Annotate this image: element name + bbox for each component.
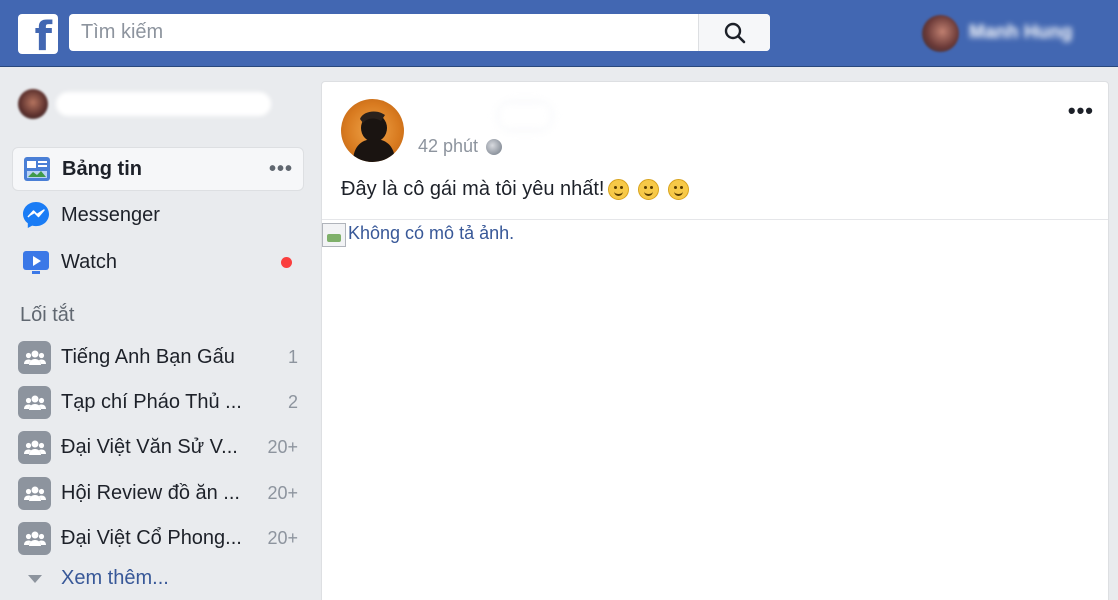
shortcuts-heading: Lối tắt bbox=[20, 304, 75, 326]
sidebar-item-label: Watch bbox=[61, 250, 117, 273]
sidebar-item-shortcut[interactable]: Đại Việt Văn Sử V... 20+ bbox=[18, 427, 298, 467]
shortcut-count: 20+ bbox=[267, 436, 298, 457]
smiley-emoji-icon bbox=[668, 179, 690, 200]
post-author-name-redacted[interactable] bbox=[500, 104, 550, 128]
smiley-emoji-icon bbox=[638, 179, 660, 200]
sidebar-item-shortcut[interactable]: Hội Review đồ ăn ... 20+ bbox=[18, 473, 298, 513]
post-text: Đây là cô gái mà tôi yêu nhất! bbox=[341, 178, 690, 201]
group-icon bbox=[18, 521, 51, 555]
shortcut-count: 1 bbox=[287, 346, 298, 367]
sidebar-profile[interactable] bbox=[18, 89, 271, 119]
group-icon bbox=[18, 385, 51, 419]
more-options-icon[interactable]: ••• bbox=[269, 158, 293, 181]
divider bbox=[322, 219, 1108, 220]
post-options-icon[interactable]: ••• bbox=[1068, 98, 1094, 124]
post-timestamp[interactable]: 42 phút bbox=[418, 136, 478, 157]
group-icon bbox=[18, 476, 51, 510]
sidebar-item-shortcut[interactable]: Tiếng Anh Bạn Gấu 1 bbox=[18, 337, 298, 377]
shortcut-label: Hội Review đồ ăn ... bbox=[61, 481, 240, 504]
sidebar-item-label: Messenger bbox=[61, 203, 160, 226]
user-name: Manh Hung bbox=[969, 22, 1073, 43]
post-message: Đây là cô gái mà tôi yêu nhất! bbox=[341, 178, 605, 200]
group-icon bbox=[18, 340, 51, 374]
post-image[interactable]: Không có mô tả ảnh. bbox=[322, 223, 514, 247]
feed-post: 42 phút ••• Đây là cô gái mà tôi yêu nhấ… bbox=[321, 81, 1109, 600]
sidebar-item-news-feed[interactable]: Bảng tin ••• bbox=[12, 147, 304, 191]
broken-image-icon bbox=[322, 223, 346, 247]
shortcut-label: Tạp chí Pháo Thủ ... bbox=[61, 390, 242, 413]
shortcut-count: 2 bbox=[287, 391, 298, 412]
profile-shortcut[interactable]: Manh Hung bbox=[922, 14, 1072, 52]
search-icon bbox=[724, 22, 745, 43]
person-silhouette-icon bbox=[353, 111, 395, 162]
sidebar-item-label: Bảng tin bbox=[62, 157, 142, 180]
left-sidebar: Bảng tin ••• Messenger Watch Lối tắt Tiế… bbox=[0, 67, 318, 600]
shortcut-label: Đại Việt Cổ Phong... bbox=[61, 526, 242, 549]
profile-name-redacted bbox=[56, 92, 271, 116]
sidebar-item-messenger[interactable]: Messenger bbox=[12, 193, 304, 237]
globe-icon bbox=[486, 138, 503, 155]
notification-dot bbox=[281, 257, 292, 268]
shortcut-label: Tiếng Anh Bạn Gấu bbox=[61, 345, 235, 368]
facebook-logo-icon[interactable]: f bbox=[18, 14, 58, 54]
watch-icon bbox=[20, 246, 52, 278]
post-author-avatar[interactable] bbox=[341, 99, 404, 162]
smiley-emoji-icon bbox=[608, 179, 630, 200]
top-bar: f Manh Hung bbox=[0, 0, 1118, 67]
news-feed-icon bbox=[21, 153, 53, 185]
shortcut-count: 20+ bbox=[267, 527, 298, 548]
see-more-link[interactable]: Xem thêm... bbox=[28, 567, 169, 590]
avatar bbox=[18, 89, 48, 119]
search-button[interactable] bbox=[698, 14, 770, 51]
sidebar-item-shortcut[interactable]: Tạp chí Pháo Thủ ... 2 bbox=[18, 382, 298, 422]
search-box bbox=[69, 14, 770, 51]
sidebar-item-watch[interactable]: Watch bbox=[12, 240, 304, 284]
chevron-down-icon bbox=[28, 574, 42, 583]
search-input[interactable] bbox=[69, 14, 698, 51]
shortcut-label: Đại Việt Văn Sử V... bbox=[61, 435, 238, 458]
see-more-label: Xem thêm... bbox=[61, 567, 169, 589]
avatar bbox=[922, 14, 959, 52]
post-meta: 42 phút bbox=[418, 136, 503, 157]
messenger-icon bbox=[20, 199, 52, 231]
shortcut-count: 20+ bbox=[267, 482, 298, 503]
image-alt-text: Không có mô tả ảnh. bbox=[348, 223, 515, 243]
group-icon bbox=[18, 430, 51, 464]
sidebar-item-shortcut[interactable]: Đại Việt Cổ Phong... 20+ bbox=[18, 518, 298, 558]
